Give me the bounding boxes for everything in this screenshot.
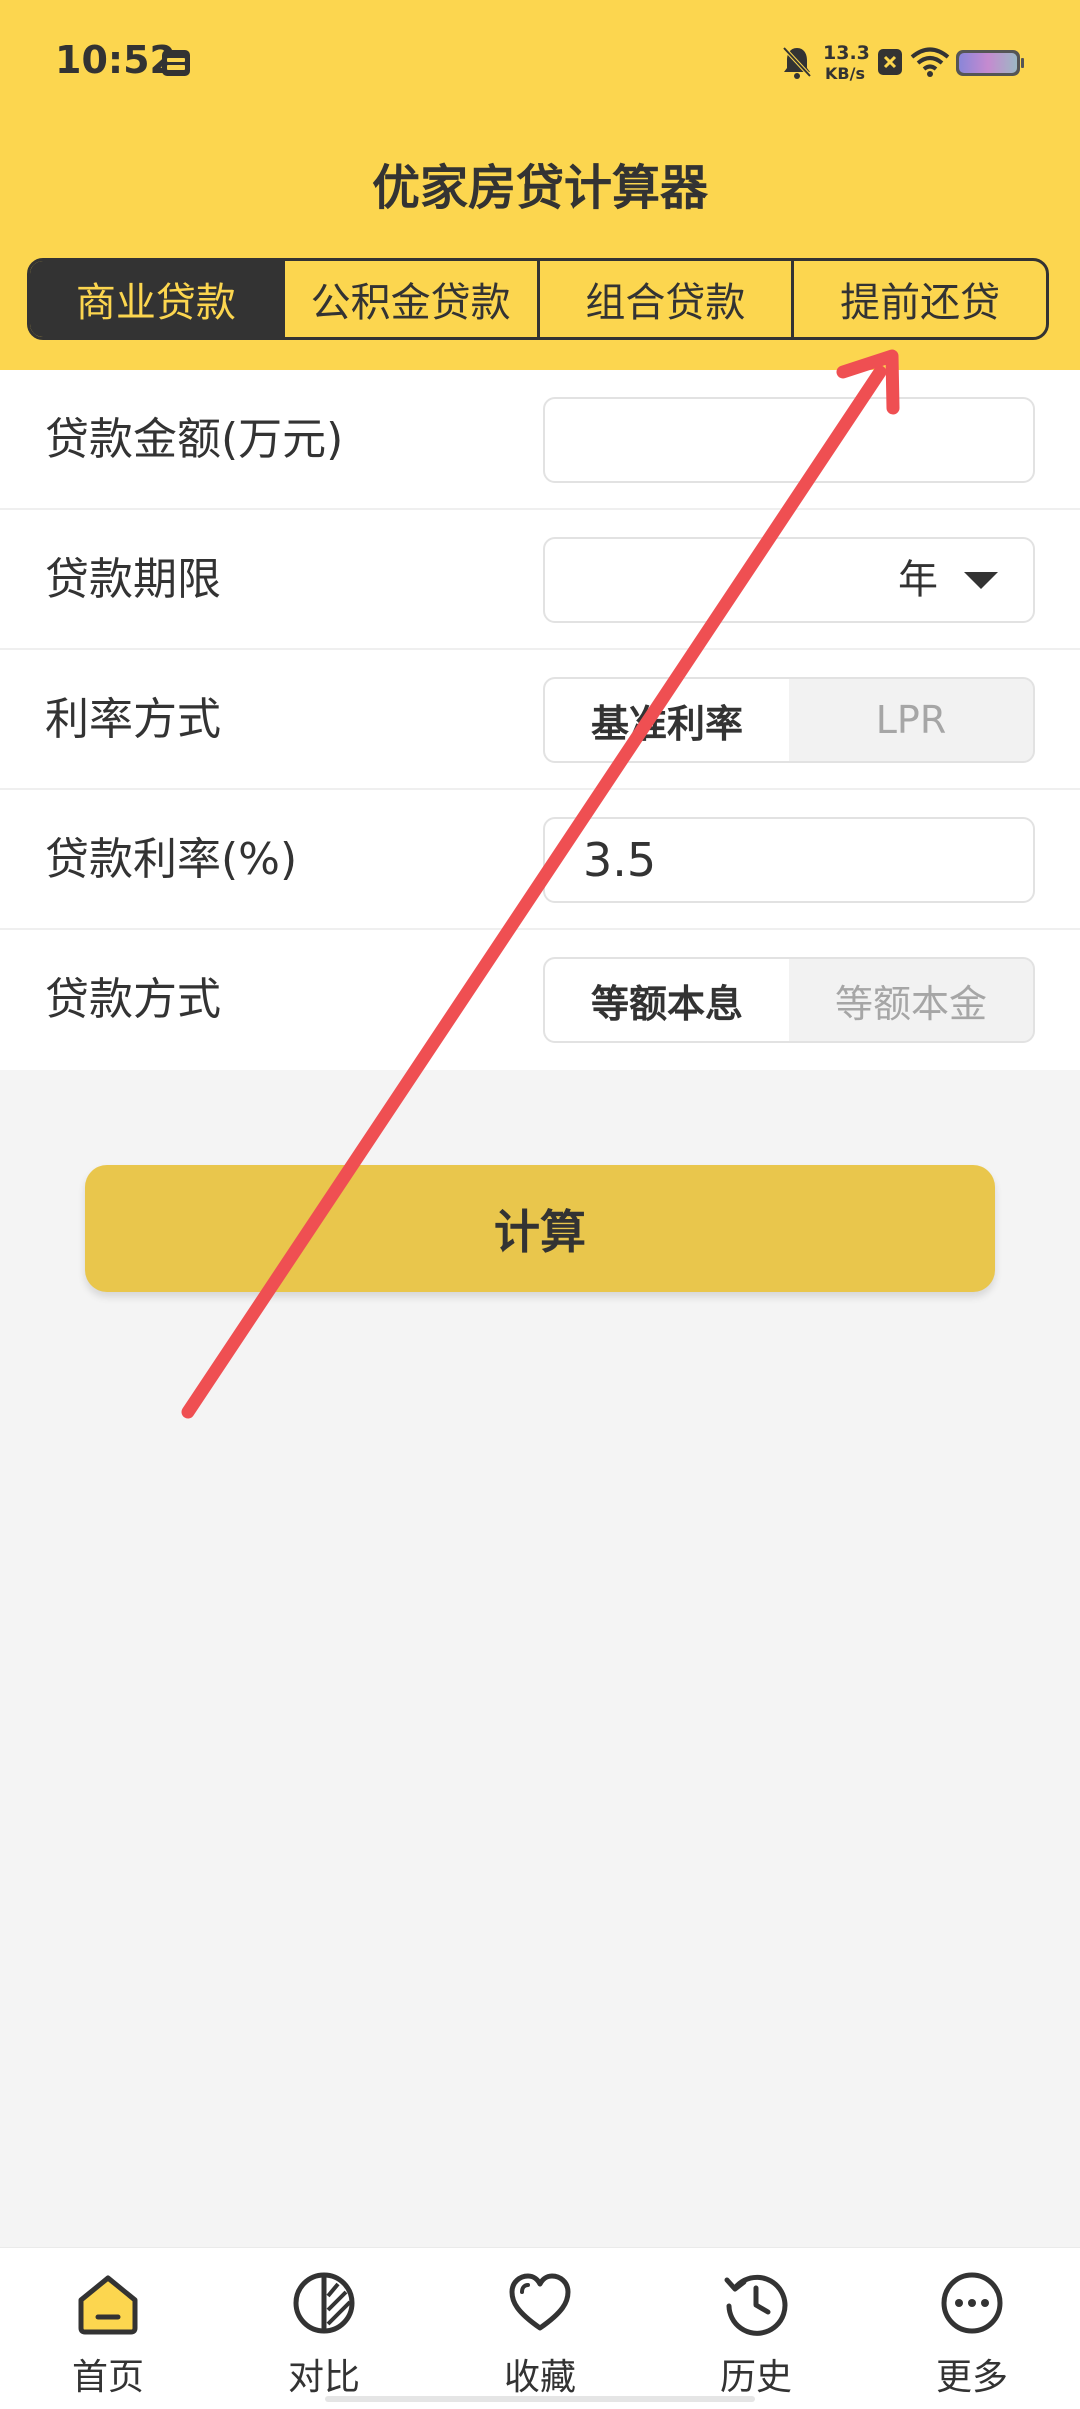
tab-provident-fund-loan[interactable]: 公积金贷款 [285, 261, 540, 337]
form-row-term: 贷款期限 年 [0, 510, 1080, 650]
home-indicator [325, 2396, 755, 2402]
rate-value: 3.5 [583, 833, 657, 887]
nav-item-home[interactable]: 首页 [0, 2248, 216, 2409]
nav-item-more[interactable]: 更多 [864, 2248, 1080, 2409]
repay-method-label: 贷款方式 [45, 974, 221, 1025]
wifi-icon [910, 47, 950, 77]
form-row-rate: 贷款利率(%) 3.5 [0, 790, 1080, 930]
term-label: 贷款期限 [45, 554, 221, 605]
bottom-nav: 首页 对比 收藏 历史 更多 [0, 2247, 1080, 2409]
net-speed-unit: KB/s [825, 64, 865, 83]
app-header: 10:52 13.3 KB/s 优家房贷计算器 商业贷款 公积金贷款 组合贷款 … [0, 0, 1080, 370]
rate-mode-lpr[interactable]: LPR [789, 679, 1033, 761]
home-icon [78, 2275, 138, 2335]
sim-blocked-icon [878, 49, 902, 75]
nav-label-favorites: 收藏 [503, 2357, 576, 2398]
nav-label-history: 历史 [719, 2357, 792, 2398]
amount-input[interactable] [543, 397, 1035, 483]
status-bar: 10:52 13.3 KB/s [0, 0, 1080, 125]
tab-commercial-loan[interactable]: 商业贷款 [30, 261, 285, 337]
repay-method-toggle: 等额本息 等额本金 [543, 957, 1035, 1043]
term-unit: 年 [898, 557, 938, 603]
loan-type-tabs: 商业贷款 公积金贷款 组合贷款 提前还贷 [27, 258, 1049, 340]
form-row-rate-mode: 利率方式 基准利率 LPR [0, 650, 1080, 790]
calendar-icon [162, 50, 190, 76]
chevron-down-icon [964, 572, 998, 589]
nav-item-compare[interactable]: 对比 [216, 2248, 432, 2409]
nav-label-more: 更多 [935, 2357, 1008, 2398]
repay-equal-principal[interactable]: 等额本金 [789, 959, 1033, 1041]
net-speed-value: 13.3 [823, 42, 870, 64]
nav-label-home: 首页 [71, 2357, 144, 2398]
status-time: 10:52 [55, 38, 176, 82]
repay-equal-installment[interactable]: 等额本息 [545, 959, 789, 1041]
heart-icon [509, 2273, 571, 2331]
battery-icon [956, 50, 1024, 76]
rate-mode-toggle: 基准利率 LPR [543, 677, 1035, 763]
more-icon [941, 2272, 1003, 2334]
tab-early-repayment[interactable]: 提前还贷 [794, 261, 1046, 337]
nav-item-favorites[interactable]: 收藏 [432, 2248, 648, 2409]
nav-label-compare: 对比 [287, 2357, 360, 2398]
history-icon [724, 2274, 788, 2336]
mute-bell-icon [782, 46, 812, 79]
rate-label: 贷款利率(%) [45, 834, 298, 885]
page-title: 优家房贷计算器 [371, 160, 708, 216]
amount-label: 贷款金额(万元) [45, 414, 344, 465]
tab-combined-loan[interactable]: 组合贷款 [540, 261, 795, 337]
term-select[interactable]: 年 [543, 537, 1035, 623]
compare-icon [293, 2272, 355, 2334]
loan-form: 贷款金额(万元) 贷款期限 年 利率方式 基准利率 LPR 贷款利率(%) 3.… [0, 370, 1080, 1070]
rate-mode-label: 利率方式 [45, 694, 221, 745]
form-row-repay-method: 贷款方式 等额本息 等额本金 [0, 930, 1080, 1070]
calculate-button[interactable]: 计算 [85, 1165, 995, 1292]
nav-item-history[interactable]: 历史 [648, 2248, 864, 2409]
rate-mode-benchmark[interactable]: 基准利率 [545, 679, 789, 761]
rate-input[interactable]: 3.5 [543, 817, 1035, 903]
form-row-amount: 贷款金额(万元) [0, 370, 1080, 510]
